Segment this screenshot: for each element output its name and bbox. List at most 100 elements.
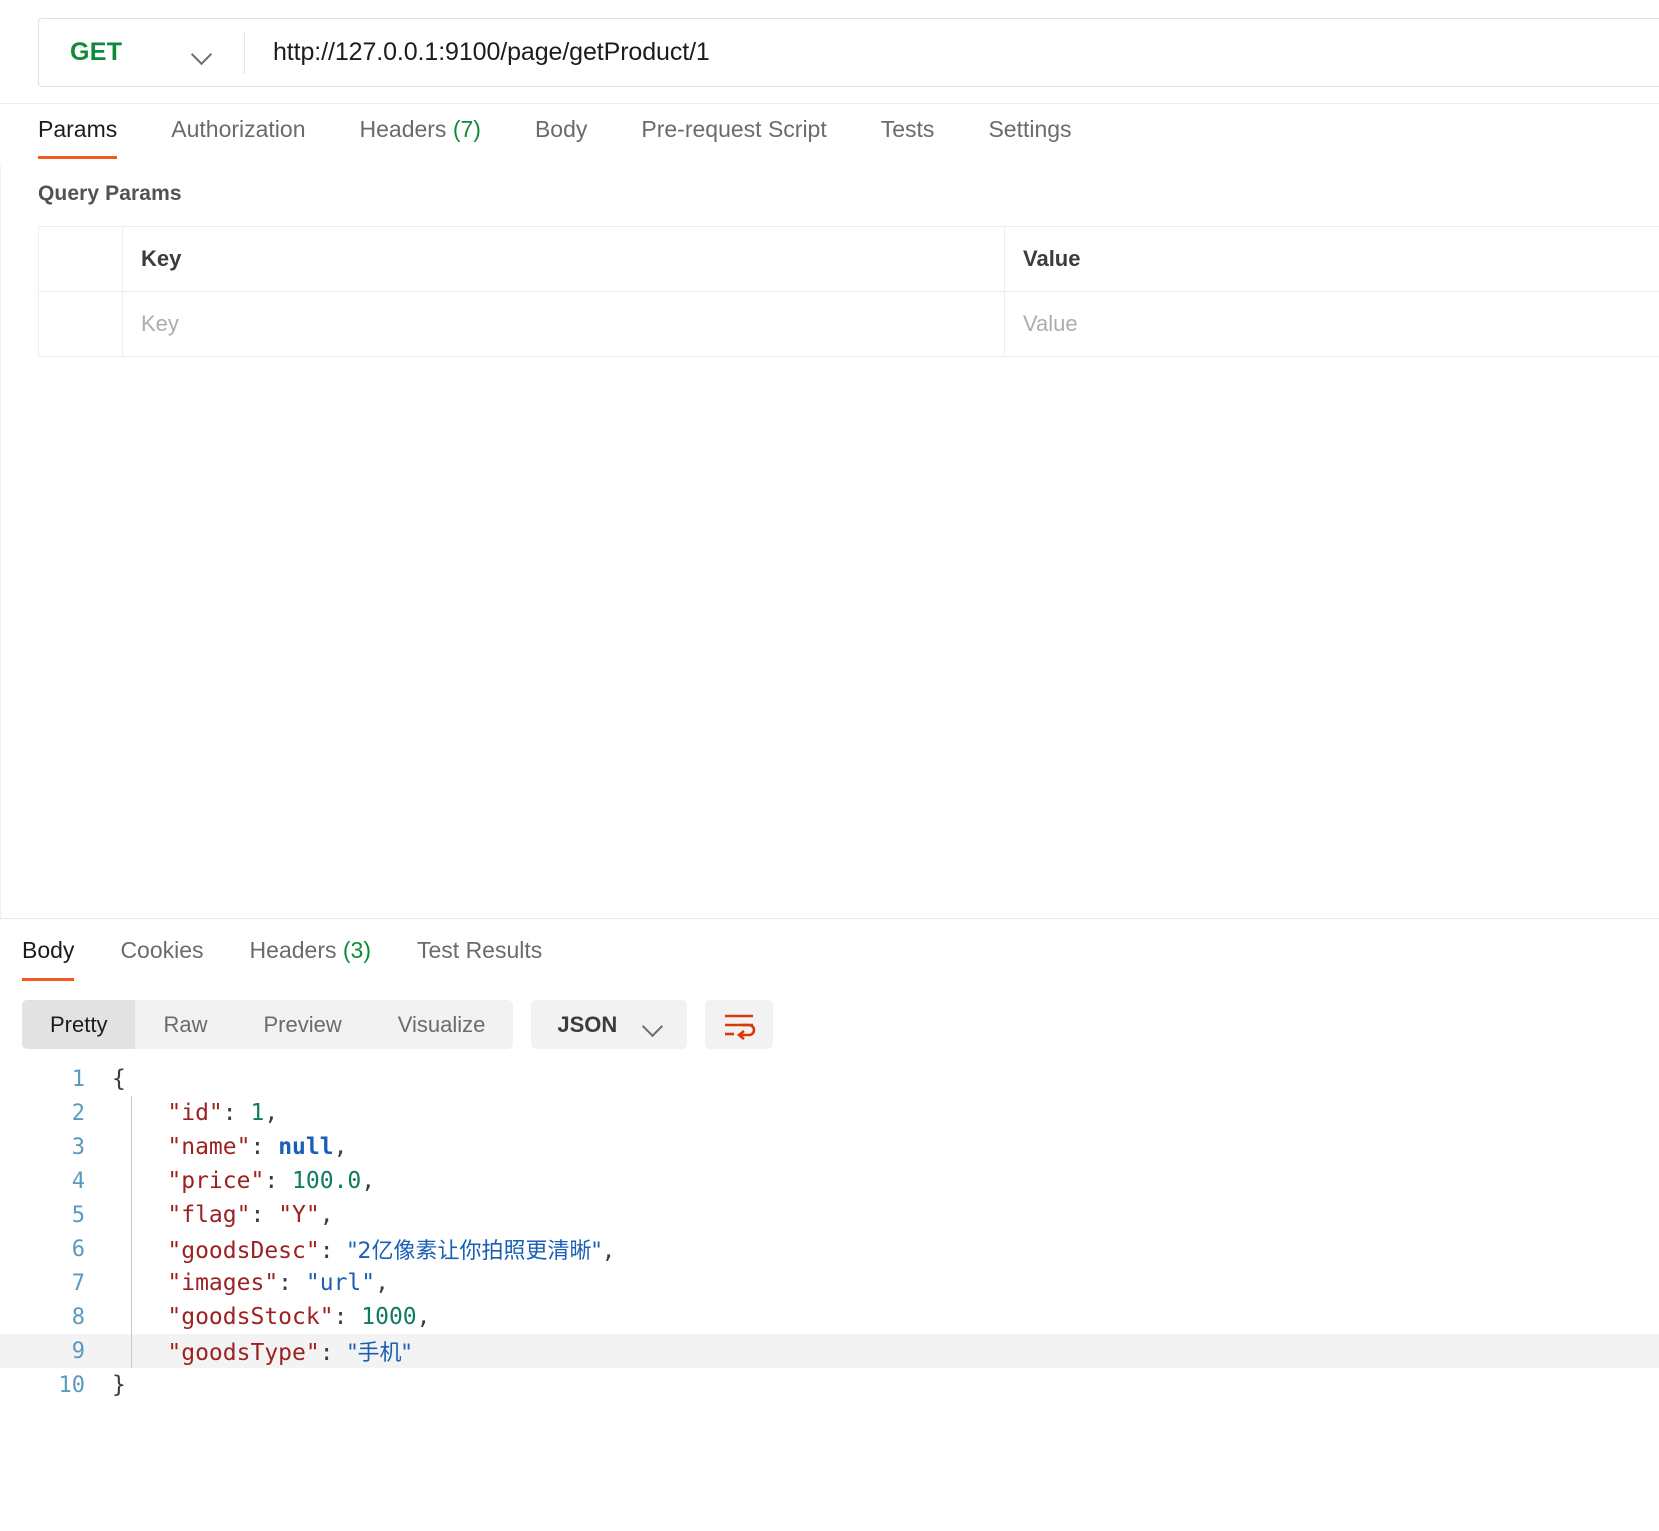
line-number: 6 [71, 1236, 85, 1262]
tab-headers[interactable]: Headers (7) [360, 104, 481, 159]
tab-test-results[interactable]: Test Results [417, 925, 542, 981]
table-row[interactable]: Key Value [39, 292, 1659, 357]
row-value-input[interactable]: Value [1005, 292, 1659, 356]
tab-headers-label: Headers [359, 116, 447, 142]
code-line: 4 "price": 100.0, [0, 1164, 1659, 1198]
code-line: 9 "goodsType": "手机" [0, 1334, 1659, 1368]
indent-guide [131, 1198, 132, 1232]
word-wrap-icon [725, 1014, 756, 1040]
view-mode-preview-label: Preview [263, 1011, 342, 1037]
tab-settings-label: Settings [988, 116, 1072, 142]
code-line: 5 "flag": "Y", [0, 1198, 1659, 1232]
code-text: "goodsDesc": "2亿像素让你拍照更清晰", [112, 1238, 616, 1264]
chevron-down-icon [192, 47, 214, 59]
code-text: "name": null, [112, 1134, 348, 1160]
code-line: 3 "name": null, [0, 1130, 1659, 1164]
code-line: 2 "id": 1, [0, 1096, 1659, 1130]
row-value-placeholder: Value [1023, 311, 1078, 336]
code-text: "price": 100.0, [112, 1168, 376, 1194]
line-number: 7 [71, 1270, 85, 1296]
line-number: 9 [71, 1338, 85, 1364]
table-header-row: Key Value [39, 227, 1659, 292]
line-number: 3 [71, 1134, 85, 1160]
line-number: 1 [71, 1066, 85, 1092]
code-line: 8 "goodsStock": 1000, [0, 1300, 1659, 1334]
tab-params[interactable]: Params [38, 104, 118, 159]
code-text: } [112, 1372, 126, 1398]
view-mode-raw-label: Raw [163, 1011, 208, 1037]
view-mode-raw[interactable]: Raw [135, 1000, 235, 1049]
tab-test-results-label: Test Results [417, 937, 543, 963]
code-text: "flag": "Y", [112, 1202, 334, 1228]
line-number: 4 [71, 1168, 85, 1194]
line-number: 5 [71, 1202, 85, 1228]
view-mode-preview[interactable]: Preview [235, 1000, 369, 1049]
response-format-toolbar: Pretty Raw Preview Visualize JSON [22, 1000, 774, 1049]
tab-params-label: Params [38, 116, 118, 142]
code-text: "goodsStock": 1000, [112, 1304, 431, 1330]
indent-guide [131, 1096, 132, 1130]
header-checkbox-cell [39, 227, 123, 291]
indent-guide [131, 1130, 132, 1164]
chevron-down-icon [643, 1019, 665, 1031]
indent-guide [131, 1266, 132, 1300]
tab-body[interactable]: Body [535, 104, 587, 159]
response-body-code[interactable]: 1{2 "id": 1, 3 "name": null, 4 "price": 10… [0, 1062, 1659, 1531]
url-bar: GET http://127.0.0.1:9100/page/getProduc… [0, 0, 1659, 104]
code-line: 7 "images": "url", [0, 1266, 1659, 1300]
indent-guide [131, 1300, 132, 1334]
response-format-label: JSON [557, 1011, 618, 1037]
tab-response-headers-count: (3) [342, 937, 371, 963]
line-number: 8 [71, 1304, 85, 1330]
url-input-group: GET http://127.0.0.1:9100/page/getProduc… [38, 18, 1659, 87]
indent-guide [131, 1164, 132, 1198]
indent-guide [131, 1232, 132, 1266]
tab-response-headers-label: Headers [249, 937, 337, 963]
tab-pre-request-script-label: Pre-request Script [641, 116, 827, 142]
tab-cookies[interactable]: Cookies [120, 925, 203, 981]
http-method-label: GET [70, 38, 123, 66]
line-number: 2 [71, 1100, 85, 1126]
code-line: 6 "goodsDesc": "2亿像素让你拍照更清晰", [0, 1232, 1659, 1266]
response-tabs: Body Cookies Headers (3) Test Results [0, 925, 1659, 991]
tab-cookies-label: Cookies [120, 937, 204, 963]
code-text: "id": 1, [112, 1100, 279, 1126]
row-key-input[interactable]: Key [123, 292, 1005, 356]
tab-headers-count: (7) [452, 116, 481, 142]
tab-tests[interactable]: Tests [881, 104, 935, 159]
row-key-placeholder: Key [141, 311, 179, 336]
postman-request-response-view: GET http://127.0.0.1:9100/page/getProduc… [0, 0, 1659, 1531]
view-mode-group: Pretty Raw Preview Visualize [22, 1000, 514, 1049]
tab-pre-request-script[interactable]: Pre-request Script [641, 104, 826, 159]
query-params-title: Query Params [38, 182, 182, 205]
tab-response-body[interactable]: Body [22, 925, 75, 981]
http-method-dropdown[interactable]: GET [39, 19, 244, 86]
code-text: "images": "url", [112, 1270, 389, 1296]
indent-guide [131, 1334, 132, 1368]
view-mode-visualize-label: Visualize [397, 1011, 486, 1037]
header-value-label: Value [1023, 246, 1081, 271]
tab-tests-label: Tests [880, 116, 935, 142]
tab-authorization-label: Authorization [171, 116, 306, 142]
request-pane-edge [0, 166, 1, 918]
request-response-divider[interactable] [0, 918, 1659, 919]
response-format-dropdown[interactable]: JSON [531, 1000, 688, 1049]
tab-settings[interactable]: Settings [988, 104, 1071, 159]
view-mode-visualize[interactable]: Visualize [370, 1000, 514, 1049]
tab-response-headers[interactable]: Headers (3) [250, 925, 371, 981]
header-value-cell: Value [1005, 227, 1659, 291]
word-wrap-button[interactable] [705, 1000, 774, 1049]
request-tabs: Params Authorization Headers (7) Body Pr… [0, 104, 1659, 166]
tab-response-body-label: Body [22, 937, 75, 963]
code-text: { [112, 1066, 126, 1092]
header-key-label: Key [141, 246, 182, 271]
code-text: "goodsType": "手机" [112, 1340, 412, 1366]
tab-authorization[interactable]: Authorization [171, 104, 305, 159]
code-line: 10} [0, 1368, 1659, 1402]
view-mode-pretty[interactable]: Pretty [22, 1000, 136, 1049]
row-checkbox-cell[interactable] [39, 292, 123, 356]
view-mode-pretty-label: Pretty [50, 1011, 108, 1037]
query-params-table: Key Value Key Value [38, 226, 1659, 357]
line-number: 10 [58, 1372, 86, 1398]
url-input[interactable]: http://127.0.0.1:9100/page/getProduct/1 [245, 19, 1659, 86]
